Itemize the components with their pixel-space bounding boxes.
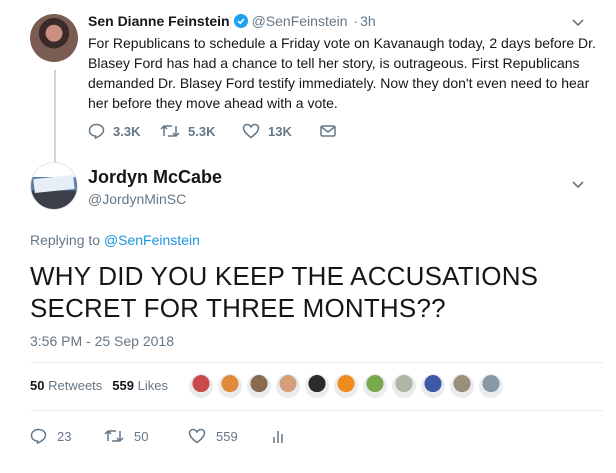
verified-badge-icon (233, 14, 248, 28)
reply-count: 3.3K (113, 123, 141, 139)
likes-stat[interactable]: 559 Likes (112, 378, 168, 393)
replying-to-prefix: Replying to (30, 232, 101, 248)
like-button[interactable]: 559 (188, 428, 272, 444)
heart-icon (188, 428, 206, 444)
reply-icon (88, 123, 105, 139)
retweet-button[interactable]: 5.3K (160, 123, 242, 139)
divider (30, 410, 603, 411)
liker-avatar-5[interactable] (304, 373, 330, 399)
analytics-bar-icon (273, 431, 283, 443)
header-separator: · (353, 13, 359, 29)
author-handle[interactable]: @SenFeinstein (252, 13, 348, 29)
author-avatar[interactable] (30, 14, 78, 62)
reply-count: 23 (57, 428, 72, 444)
likes-stat-label: Likes (137, 378, 168, 393)
reply-icon (30, 428, 47, 444)
like-button[interactable]: 13K (242, 123, 320, 139)
retweets-stat-count: 50 (30, 378, 45, 393)
tweet-timestamp[interactable]: 3:56 PM - 25 Sep 2018 (30, 332, 174, 350)
likers-avatars (188, 373, 507, 399)
tweet-actions: 3.3K 5.3K 13K (88, 121, 336, 141)
retweet-icon (104, 429, 124, 443)
liker-avatar-8[interactable] (391, 373, 417, 399)
avatar-sign-graphic (33, 174, 75, 194)
reply-tweet-actions: 23 50 559 (30, 426, 286, 446)
chevron-down-icon[interactable] (572, 18, 584, 28)
retweet-count: 5.3K (188, 123, 216, 139)
reply-author-avatar[interactable] (30, 162, 78, 210)
message-button[interactable] (320, 124, 336, 138)
liker-avatar-1[interactable] (188, 373, 214, 399)
reply-button[interactable]: 3.3K (88, 123, 160, 139)
replying-to-line: Replying to @SenFeinstein (30, 231, 200, 249)
like-count: 559 (216, 428, 238, 444)
likes-stat-count: 559 (112, 378, 134, 393)
envelope-icon (320, 125, 336, 137)
reply-author-name[interactable]: Jordyn McCabe (88, 166, 222, 188)
tweet-header: Sen Dianne Feinstein @SenFeinstein · 3h (88, 12, 376, 30)
retweets-stat[interactable]: 50 Retweets (30, 378, 102, 393)
retweet-button[interactable]: 50 (104, 428, 188, 444)
reply-tweet-text: WHY DID YOU KEEP THE ACCUSATIONS SECRET … (30, 261, 539, 323)
author-name[interactable]: Sen Dianne Feinstein (88, 13, 230, 29)
analytics-button[interactable] (272, 428, 286, 444)
liker-avatar-2[interactable] (217, 373, 243, 399)
liker-avatar-11[interactable] (478, 373, 504, 399)
retweet-icon (160, 124, 180, 138)
engagement-stats: 50 Retweets 559 Likes (30, 378, 168, 394)
liker-avatar-6[interactable] (333, 373, 359, 399)
retweet-count: 50 (134, 428, 149, 444)
liker-avatar-4[interactable] (275, 373, 301, 399)
liker-avatar-3[interactable] (246, 373, 272, 399)
retweets-stat-label: Retweets (48, 378, 103, 393)
liker-avatar-7[interactable] (362, 373, 388, 399)
like-count: 13K (268, 123, 292, 139)
chevron-down-icon[interactable] (572, 180, 584, 190)
heart-icon (242, 123, 260, 139)
reply-author-handle[interactable]: @JordynMinSC (88, 190, 186, 208)
tweet-time[interactable]: 3h (360, 13, 376, 29)
divider (30, 362, 603, 363)
parent-tweet[interactable]: Sen Dianne Feinstein @SenFeinstein · 3h Fo… (0, 0, 616, 160)
tweet-text: For Republicans to schedule a Friday vot… (88, 35, 596, 111)
reply-button[interactable]: 23 (30, 428, 104, 444)
replying-to-link[interactable]: @SenFeinstein (104, 232, 200, 248)
liker-avatar-10[interactable] (449, 373, 475, 399)
liker-avatar-9[interactable] (420, 373, 446, 399)
